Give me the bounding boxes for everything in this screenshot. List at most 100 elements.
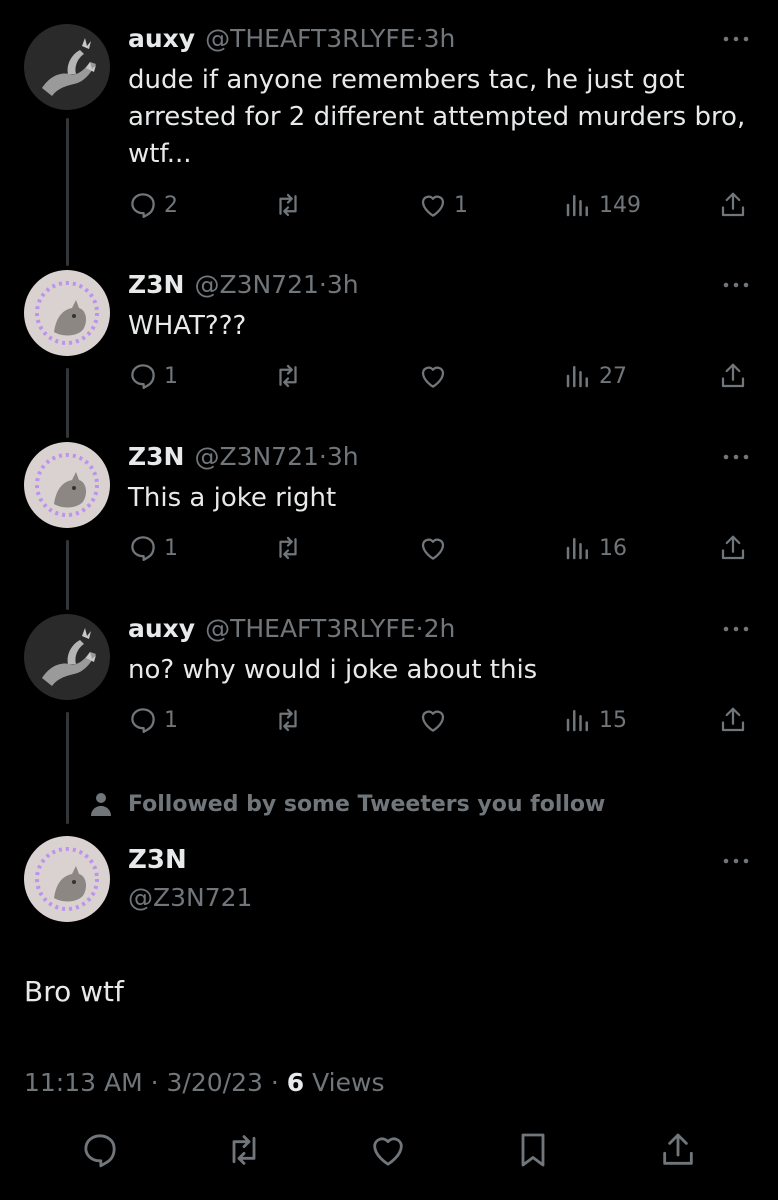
user-handle[interactable]: @Z3N721 <box>194 442 318 471</box>
views-button[interactable]: 15 <box>563 702 627 738</box>
retweet-button[interactable] <box>273 187 303 223</box>
retweet-button[interactable] <box>273 530 303 566</box>
reply-button[interactable]: 2 <box>128 187 178 223</box>
tweet-text: This a joke right <box>128 483 337 513</box>
user-handle[interactable]: @THEAFT3RLYFE <box>205 614 416 643</box>
tweet-text: dude if anyone remembers tac, he just go… <box>128 65 746 169</box>
tweet-header: auxy @THEAFT3RLYFE·3h <box>128 24 455 54</box>
reply-button[interactable] <box>80 1130 120 1170</box>
like-button[interactable]: 1 <box>418 187 468 223</box>
share-button[interactable] <box>718 187 748 223</box>
views-icon <box>566 366 588 388</box>
tweet-header: Z3N @Z3N721·3h <box>128 442 359 472</box>
thread-line <box>66 368 69 438</box>
like-button[interactable] <box>418 530 448 566</box>
share-button[interactable] <box>718 702 748 738</box>
display-name[interactable]: auxy <box>128 24 195 53</box>
more-icon[interactable] <box>722 280 750 290</box>
share-button[interactable] <box>658 1130 698 1170</box>
retweet-button[interactable] <box>273 702 303 738</box>
main-display-name[interactable]: Z3N <box>128 845 187 875</box>
retweet-icon <box>279 536 297 560</box>
tweet-time[interactable]: 3h <box>327 270 359 299</box>
user-handle[interactable]: @THEAFT3RLYFE <box>205 24 416 53</box>
display-name[interactable]: Z3N <box>128 442 184 471</box>
reply-icon <box>131 193 155 218</box>
hand-avatar-image <box>24 24 110 110</box>
thread-line <box>66 540 69 610</box>
views-count: 15 <box>599 707 627 733</box>
share-icon <box>663 1133 693 1165</box>
like-count: 1 <box>454 192 468 218</box>
reply-icon <box>84 1134 116 1168</box>
views-count: 16 <box>599 535 627 561</box>
avatar[interactable] <box>24 24 110 110</box>
share-icon <box>721 192 745 217</box>
tweet-actions: 2 1 149 <box>128 187 758 223</box>
avatar[interactable] <box>24 614 110 700</box>
share-icon <box>721 363 745 388</box>
reply-count: 2 <box>164 192 178 218</box>
user-handle[interactable]: @Z3N721 <box>194 270 318 299</box>
share-icon <box>721 707 745 732</box>
bookmark-button[interactable] <box>513 1130 553 1170</box>
avatar[interactable] <box>24 270 110 356</box>
tweet-time[interactable]: 3h <box>424 24 456 53</box>
display-name[interactable]: auxy <box>128 614 195 643</box>
tweet-time[interactable]: 11:13 AM <box>24 1068 143 1097</box>
separator-dot: · <box>415 614 424 643</box>
tweet-date[interactable]: 3/20/23 <box>167 1068 263 1097</box>
share-button[interactable] <box>718 530 748 566</box>
tweet-meta: 11:13 AM · 3/20/23 · 6 Views <box>24 1068 384 1097</box>
views-icon <box>566 195 588 217</box>
views-button[interactable]: 27 <box>563 358 627 394</box>
main-avatar[interactable] <box>24 836 110 922</box>
thread-line <box>66 118 69 266</box>
like-button[interactable] <box>418 702 448 738</box>
reply-button[interactable]: 1 <box>128 702 178 738</box>
main-tweet-actions <box>0 1130 778 1180</box>
views-button[interactable]: 16 <box>563 530 627 566</box>
more-icon[interactable] <box>722 624 750 634</box>
tweet-actions: 1 16 <box>128 530 758 566</box>
separator-dot: · <box>150 1068 159 1097</box>
tweet-time[interactable]: 3h <box>327 442 359 471</box>
followed-by-notice[interactable]: Followed by some Tweeters you follow <box>90 788 605 820</box>
tweet-actions: 1 27 <box>128 358 758 394</box>
views-count: 6 <box>286 1068 305 1097</box>
views-count: 149 <box>599 192 641 218</box>
heart-icon <box>421 538 445 560</box>
reply-count: 1 <box>164 363 178 389</box>
reply-icon <box>131 364 155 389</box>
reply-icon <box>131 536 155 561</box>
retweet-button[interactable] <box>224 1130 264 1170</box>
tweet-header: auxy @THEAFT3RLYFE·2h <box>128 614 455 644</box>
separator-dot: · <box>318 442 327 471</box>
retweet-button[interactable] <box>273 358 303 394</box>
more-icon[interactable] <box>722 452 750 462</box>
more-icon[interactable] <box>722 856 750 866</box>
tweet-time[interactable]: 2h <box>424 614 456 643</box>
retweet-icon <box>279 708 297 732</box>
share-button[interactable] <box>718 358 748 394</box>
more-icon[interactable] <box>722 34 750 44</box>
cat-avatar-image <box>24 270 110 356</box>
views-label[interactable]: Views <box>312 1068 384 1097</box>
reply-button[interactable]: 1 <box>128 530 178 566</box>
separator-dot: · <box>415 24 424 53</box>
like-button[interactable] <box>418 358 448 394</box>
tweet-header: Z3N @Z3N721·3h <box>128 270 359 300</box>
reply-button[interactable]: 1 <box>128 358 178 394</box>
main-user-handle[interactable]: @Z3N721 <box>128 883 252 912</box>
followed-by-text: Followed by some Tweeters you follow <box>128 791 606 817</box>
views-button[interactable]: 149 <box>563 187 641 223</box>
heart-icon <box>373 1137 403 1166</box>
bookmark-icon <box>521 1133 545 1167</box>
like-button[interactable] <box>368 1130 408 1170</box>
display-name[interactable]: Z3N <box>128 270 184 299</box>
reply-icon <box>131 708 155 733</box>
retweet-icon <box>279 364 297 388</box>
separator-dot: · <box>318 270 327 299</box>
avatar[interactable] <box>24 442 110 528</box>
separator-dot: · <box>270 1068 279 1097</box>
